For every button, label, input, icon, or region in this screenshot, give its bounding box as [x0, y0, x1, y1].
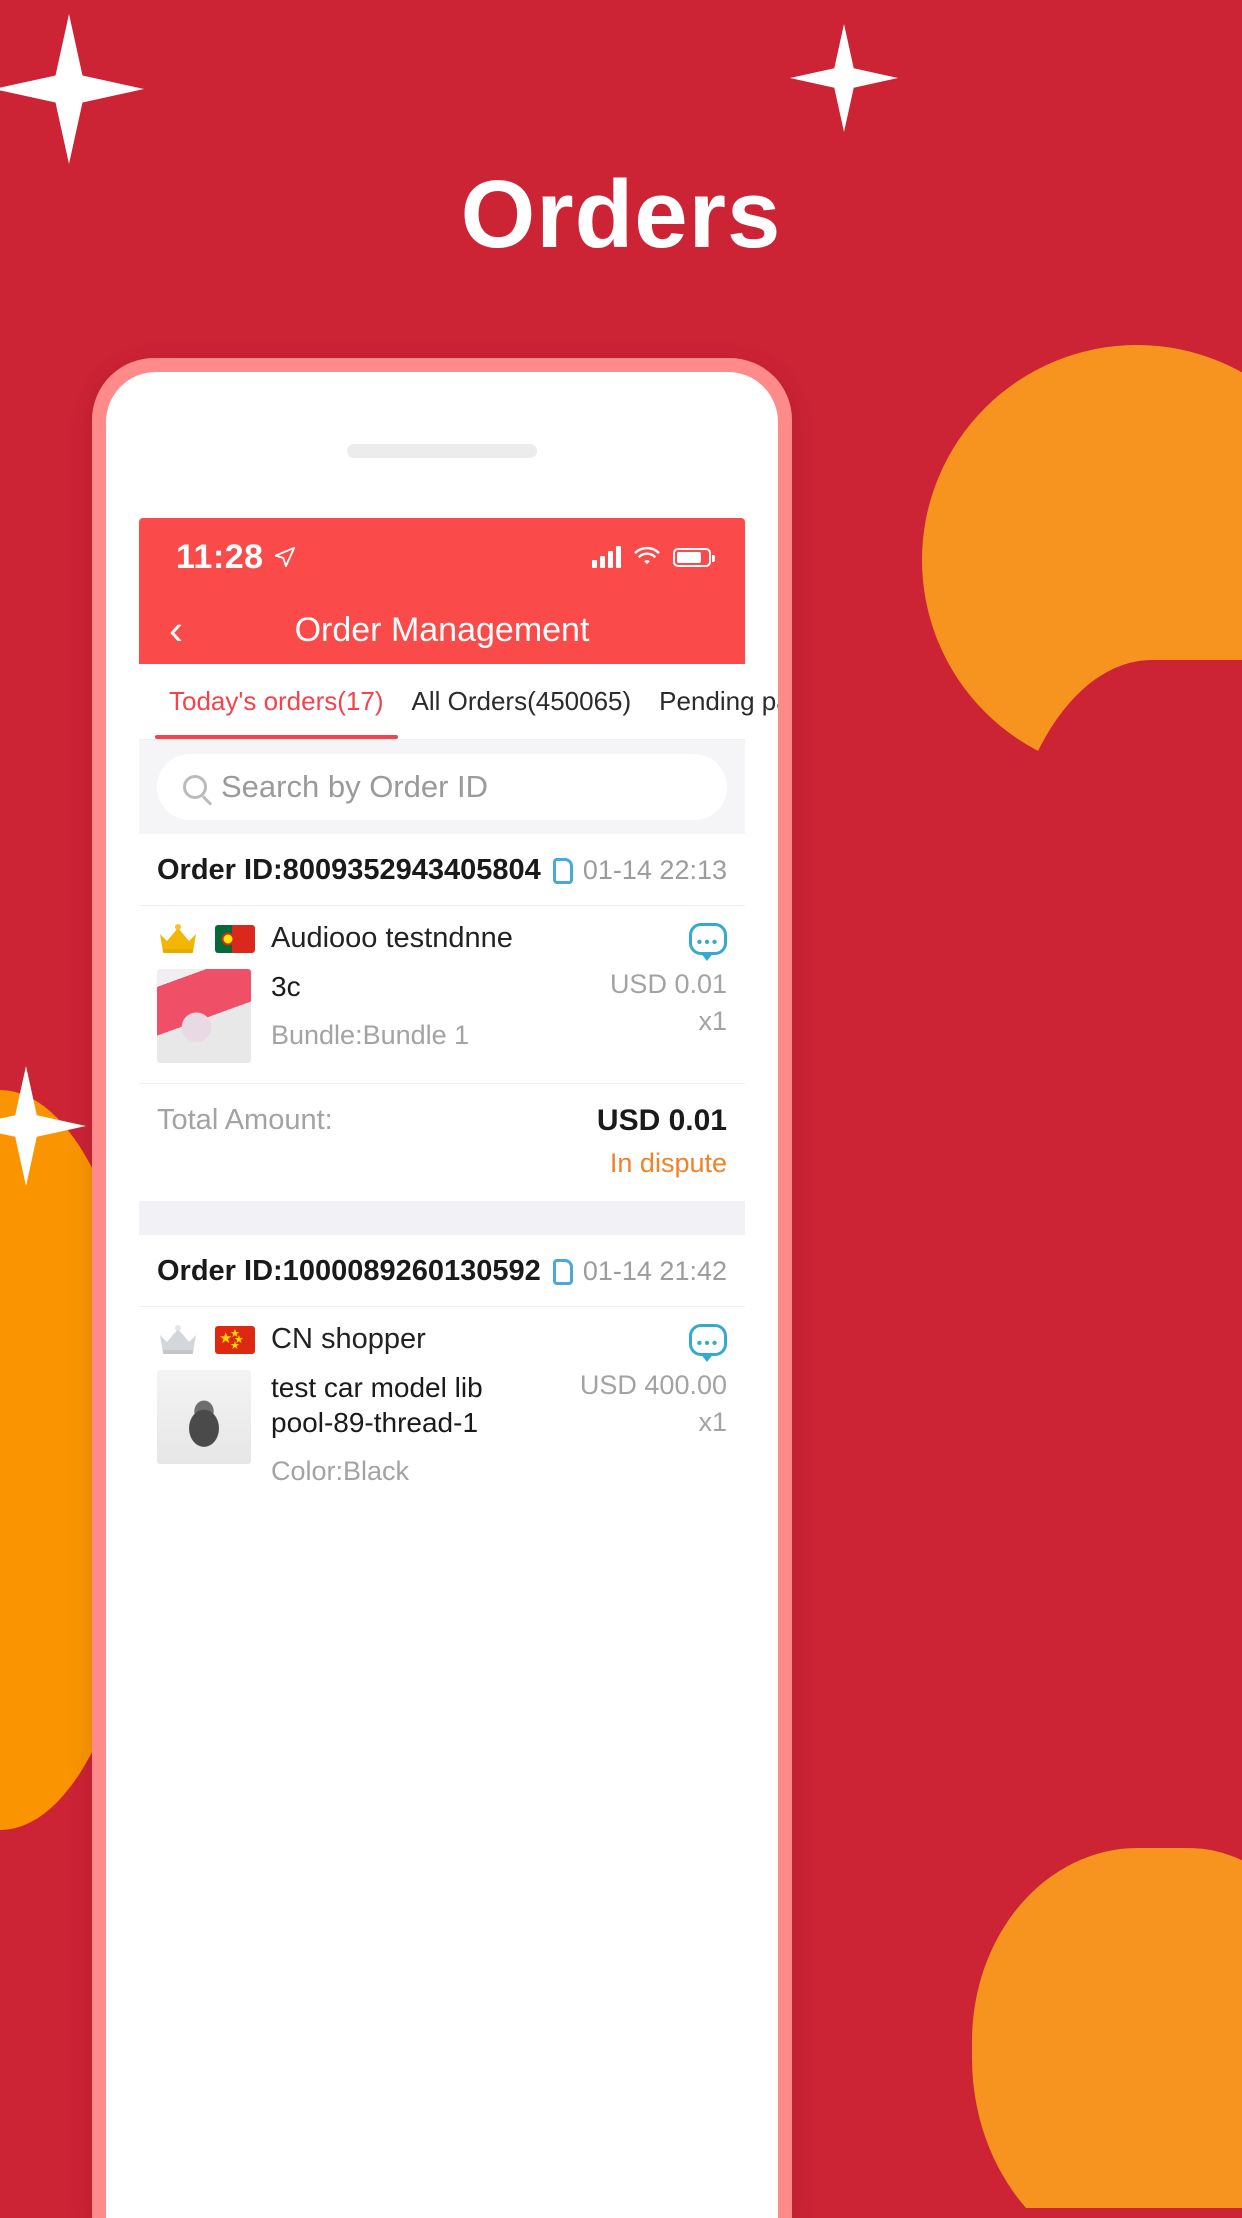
flag-portugal-icon: [215, 924, 255, 953]
product-attribute: Color:Black: [271, 1456, 410, 1486]
product-attribute: Bundle:Bundle 1: [271, 1020, 470, 1050]
total-amount-block: USD 0.01 In dispute: [597, 1104, 727, 1179]
app-container: 11:28 ‹ Order Management Today's orders(…: [139, 518, 778, 2218]
order-header: Order ID:8009352943405804 01-14 22:13: [139, 834, 745, 906]
order-id: Order ID:1000089260130592: [157, 1255, 586, 1297]
product-row: test car model lib pool-89-thread-1 Colo…: [139, 1360, 745, 1507]
order-id-text: Order ID:1000089260130592: [157, 1255, 541, 1287]
sparkle-icon-top-right: [790, 24, 898, 132]
order-time: 01-14 21:42: [582, 1256, 727, 1286]
order-id: Order ID:8009352943405804: [157, 854, 586, 896]
nav-title: Order Management: [294, 610, 590, 649]
product-info: test car model lib pool-89-thread-1 Colo…: [271, 1370, 537, 1487]
flag-china-icon: ★ ★ ★ ★: [215, 1325, 255, 1354]
location-arrow-icon: [274, 546, 295, 568]
order-time: 01-14 22:13: [582, 855, 727, 885]
sparkle-icon-top-left: [0, 14, 144, 164]
product-thumbnail[interactable]: [157, 1370, 251, 1464]
tab-all-orders[interactable]: All Orders(450065): [398, 664, 646, 739]
product-quantity: x1: [698, 1006, 727, 1036]
product-price-block: USD 400.00 x1: [557, 1370, 727, 1487]
buyer-name: Audiooo testndnne: [271, 922, 513, 954]
chat-bubble-icon[interactable]: •••: [689, 922, 727, 961]
decorative-blob-bottom-right: [972, 1848, 1242, 2208]
gold-crown-icon: [160, 923, 196, 953]
product-price-block: USD 0.01 x1: [557, 969, 727, 1063]
tab-pending-pay-label: Pending pay: [659, 686, 778, 716]
product-row: 3c Bundle:Bundle 1 USD 0.01 x1: [139, 959, 745, 1083]
tab-bar: Today's orders(17) All Orders(450065) Pe…: [139, 664, 778, 740]
tab-todays-orders[interactable]: Today's orders(17): [155, 664, 398, 739]
search-input[interactable]: Search by Order ID: [221, 769, 488, 805]
order-totals: Total Amount: USD 0.01 In dispute: [139, 1083, 745, 1201]
cellular-signal-icon: [592, 546, 621, 568]
tab-pending-pay[interactable]: Pending pay: [645, 664, 778, 739]
order-header: Order ID:1000089260130592 01-14 21:42: [139, 1235, 745, 1307]
buyer-name: CN shopper: [271, 1323, 426, 1355]
phone-screen: 11:28 ‹ Order Management Today's orders(…: [106, 372, 778, 2218]
product-name: 3c: [271, 971, 301, 1002]
status-badge: In dispute: [609, 1148, 727, 1178]
chat-bubble-icon[interactable]: •••: [689, 1323, 727, 1362]
search-section: Search by Order ID: [139, 740, 745, 834]
product-info: 3c Bundle:Bundle 1: [271, 969, 537, 1063]
card-separator: [139, 1201, 745, 1235]
order-card[interactable]: Order ID:1000089260130592 01-14 21:42 ★: [139, 1235, 745, 1507]
total-amount-value: USD 0.01: [596, 1104, 727, 1137]
phone-mockup: 11:28 ‹ Order Management Today's orders(…: [92, 358, 792, 2218]
phone-speaker-bar: [347, 444, 537, 458]
product-price: USD 400.00: [579, 1370, 727, 1400]
status-bar-right: [592, 546, 715, 568]
copy-icon[interactable]: [552, 857, 586, 896]
nav-bar: ‹ Order Management: [139, 596, 745, 664]
product-price: USD 0.01: [609, 969, 727, 999]
search-icon: [183, 775, 207, 799]
status-bar-left: 11:28: [176, 538, 296, 577]
page-title: Orders: [460, 161, 782, 268]
wifi-icon: [634, 546, 660, 565]
battery-icon: [673, 547, 715, 567]
status-bar: 11:28: [139, 518, 745, 596]
status-bar-time: 11:28: [176, 537, 264, 576]
order-card[interactable]: Order ID:8009352943405804 01-14 22:13 Au…: [139, 834, 745, 1201]
product-thumbnail[interactable]: [157, 969, 251, 1063]
buyer-row: ★ ★ ★ ★ CN shopper •••: [139, 1307, 745, 1362]
silver-crown-icon: [160, 1324, 196, 1354]
search-box[interactable]: Search by Order ID: [157, 754, 727, 820]
order-id-text: Order ID:8009352943405804: [157, 854, 541, 886]
product-name: test car model lib pool-89-thread-1: [271, 1372, 483, 1438]
copy-icon[interactable]: [552, 1258, 586, 1297]
buyer-row: Audiooo testndnne •••: [139, 906, 745, 961]
product-quantity: x1: [698, 1407, 727, 1437]
total-amount-label: Total Amount:: [157, 1104, 333, 1136]
